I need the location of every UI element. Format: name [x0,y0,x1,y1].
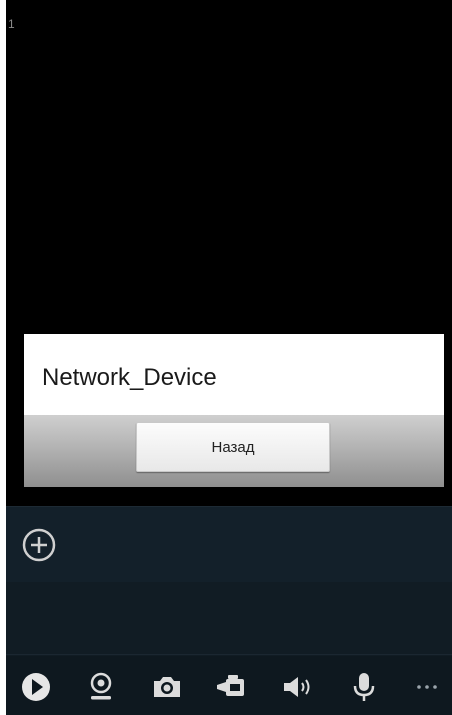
webcam-icon [90,672,112,700]
more-icon [417,685,437,689]
more-button[interactable] [410,669,446,705]
plus-circle-icon [22,528,56,562]
add-device-button[interactable] [22,528,56,562]
play-button[interactable] [18,669,54,705]
video-record-icon [217,675,244,696]
dialog-title: Network_Device [42,364,217,391]
dialog-title-area: Network_Device [24,334,444,415]
record-button[interactable] [213,669,249,705]
channel-number: 1 [8,17,15,31]
device-list-area [6,582,452,655]
app-screen: 1 Network_Device Назад [6,0,452,715]
back-button[interactable]: Назад [136,422,330,472]
webcam-button[interactable] [83,669,119,705]
dialog-button-area: Назад [24,415,444,487]
play-icon [22,673,50,701]
control-panel [6,506,452,715]
camera-icon [154,677,180,697]
microphone-icon [353,673,375,701]
microphone-button[interactable] [346,669,382,705]
bottom-toolbar [6,656,452,715]
speaker-button[interactable] [279,669,315,705]
speaker-icon [284,677,310,697]
dialog: Network_Device Назад [24,334,444,487]
snapshot-button[interactable] [149,669,185,705]
device-row [6,506,452,583]
